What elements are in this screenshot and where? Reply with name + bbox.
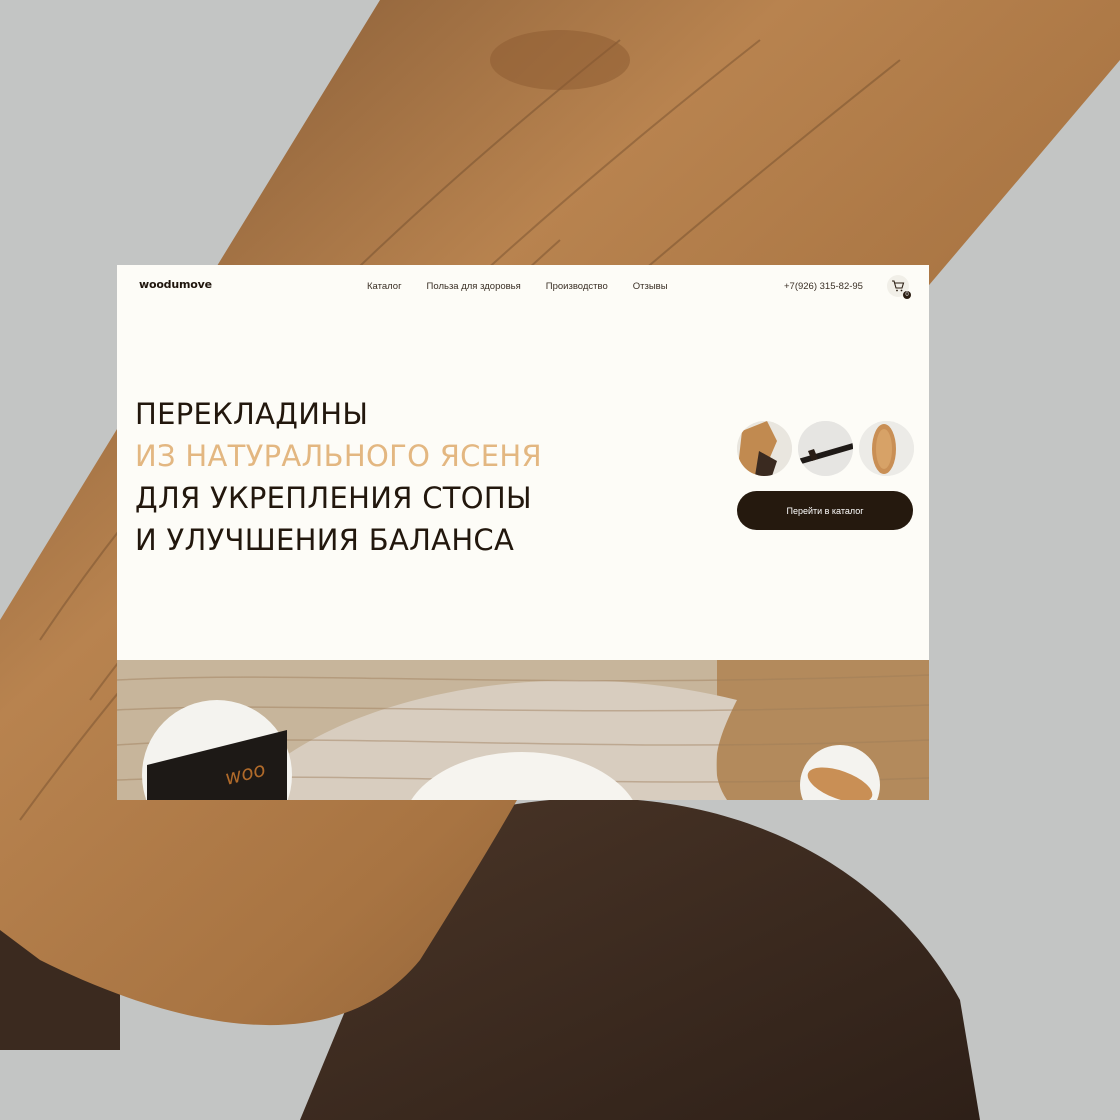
hero-line-1: ПЕРЕКЛАДИНЫ bbox=[135, 397, 369, 431]
wooden-beam-image bbox=[737, 421, 792, 476]
cart-button[interactable]: 0 bbox=[887, 275, 911, 299]
product-thumb-board[interactable] bbox=[859, 421, 914, 476]
nav-item-production[interactable]: Производство bbox=[546, 281, 608, 292]
go-to-catalog-button[interactable]: Перейти в каталог bbox=[737, 491, 913, 530]
wood-texture-banner: woo bbox=[117, 660, 929, 800]
hero-line-4: И УЛУЧШЕНИЯ БАЛАНСА bbox=[135, 523, 515, 557]
hero-line-3: ДЛЯ УКРЕПЛЕНИЯ СТОПЫ bbox=[135, 481, 532, 515]
nav-item-health-benefits[interactable]: Польза для здоровья bbox=[427, 281, 521, 292]
hero-title: ПЕРЕКЛАДИНЫ ИЗ НАТУРАЛЬНОГО ЯСЕНЯ ДЛЯ УК… bbox=[135, 393, 542, 561]
balance-board-image bbox=[859, 421, 914, 476]
hero-line-2: ИЗ НАТУРАЛЬНОГО ЯСЕНЯ bbox=[135, 439, 542, 473]
brand-logo[interactable]: woodumove bbox=[139, 278, 212, 291]
nav-item-reviews[interactable]: Отзывы bbox=[633, 281, 668, 292]
main-nav: Каталог Польза для здоровья Производство… bbox=[367, 281, 693, 292]
product-thumbnails bbox=[737, 421, 914, 476]
site-header: woodumove Каталог Польза для здоровья Пр… bbox=[117, 265, 929, 309]
phone-number[interactable]: +7(926) 315-82-95 bbox=[784, 281, 863, 292]
product-thumb-dark-beam[interactable] bbox=[798, 421, 853, 476]
product-thumb-beam[interactable] bbox=[737, 421, 792, 476]
nav-item-catalog[interactable]: Каталог bbox=[367, 281, 402, 292]
cart-count-badge: 0 bbox=[903, 291, 911, 299]
dark-beam-image bbox=[798, 421, 853, 476]
website-card: woodumove Каталог Польза для здоровья Пр… bbox=[117, 265, 929, 800]
